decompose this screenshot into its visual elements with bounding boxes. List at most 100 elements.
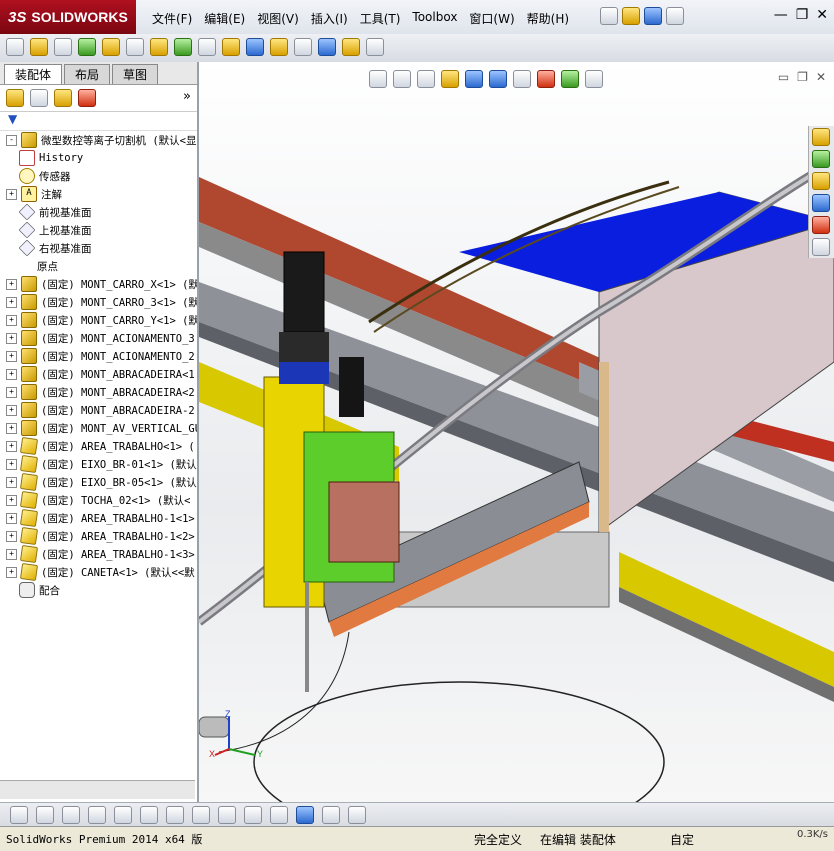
expand-toggle-icon[interactable]: + xyxy=(6,188,17,200)
section-view-icon[interactable] xyxy=(441,70,459,88)
insert-component-icon[interactable] xyxy=(6,38,24,56)
menu-item-6[interactable]: 窗口(W) xyxy=(463,8,520,29)
new-document-icon[interactable] xyxy=(600,7,618,25)
tree-item[interactable]: + (固定) MONT_ABRACADEIRA-2 xyxy=(0,401,197,419)
tree-item[interactable]: + (固定) CANETA<1> (默认<<默 xyxy=(0,563,197,581)
expand-toggle-icon[interactable]: + xyxy=(6,368,17,380)
property-manager-icon[interactable] xyxy=(30,89,48,107)
minimize-icon[interactable]: — xyxy=(774,7,788,23)
chevron-right-icon[interactable]: » xyxy=(183,89,191,104)
view-palette-icon[interactable] xyxy=(812,194,830,212)
tree-item[interactable]: + (固定) MONT_AV_VERTICAL_GU xyxy=(0,419,197,437)
expand-toggle-icon[interactable]: + xyxy=(6,566,17,578)
tree-item[interactable]: - 微型数控等离子切割机 (默认<显 xyxy=(0,131,197,149)
expand-toggle-icon[interactable]: + xyxy=(6,458,17,470)
move-component-icon[interactable] xyxy=(150,38,168,56)
status-custom[interactable]: 自定 xyxy=(670,831,694,848)
home-icon[interactable] xyxy=(812,128,830,146)
polygon-icon[interactable] xyxy=(62,806,80,824)
restore-icon[interactable]: ❐ xyxy=(796,7,809,23)
tree-item[interactable]: + (固定) MONT_ABRACADEIRA<1 xyxy=(0,365,197,383)
mate-icon[interactable] xyxy=(78,38,96,56)
horizontal-scrollbar[interactable] xyxy=(0,780,195,799)
tree-item[interactable]: + (固定) AREA_TRABALHO<1> ( xyxy=(0,437,197,455)
instant3d-icon[interactable] xyxy=(318,38,336,56)
apply-scene-icon[interactable] xyxy=(561,70,579,88)
expand-toggle-icon[interactable]: + xyxy=(6,350,17,362)
viewport-restore-icon[interactable]: ❐ xyxy=(797,70,808,84)
expand-toggle-icon[interactable]: + xyxy=(6,494,17,506)
tree-item[interactable]: + (固定) AREA_TRABALHO-1<1> xyxy=(0,509,197,527)
tree-item[interactable]: + (固定) MONT_CARRO_X<1> (默 xyxy=(0,275,197,293)
filter-bar[interactable]: ▼ xyxy=(0,112,197,131)
zoom-to-area-icon[interactable] xyxy=(393,70,411,88)
pin-icon[interactable] xyxy=(54,38,72,56)
menu-item-3[interactable]: 插入(I) xyxy=(305,8,354,29)
expand-toggle-icon[interactable]: + xyxy=(6,332,17,344)
hide-show-icon[interactable] xyxy=(174,38,192,56)
menu-item-5[interactable]: Toolbox xyxy=(406,8,463,29)
grid-icon[interactable] xyxy=(244,806,262,824)
angle-icon[interactable] xyxy=(270,806,288,824)
edit-appearance-icon[interactable] xyxy=(537,70,555,88)
design-library-icon[interactable] xyxy=(812,150,830,168)
expand-toggle-icon[interactable]: - xyxy=(6,134,17,146)
filter-icon[interactable]: ▼ xyxy=(8,112,17,126)
tree-item[interactable]: 右视基准面 xyxy=(0,239,197,257)
menu-item-4[interactable]: 工具(T) xyxy=(354,8,407,29)
new-motion-study-icon[interactable] xyxy=(246,38,264,56)
expand-toggle-icon[interactable]: + xyxy=(6,476,17,488)
options-icon[interactable] xyxy=(366,38,384,56)
expand-toggle-icon[interactable]: + xyxy=(6,278,17,290)
tab-assembly[interactable]: 装配体 xyxy=(4,64,63,84)
tab-layout[interactable]: 布局 xyxy=(64,64,111,84)
new-part-icon[interactable] xyxy=(30,38,48,56)
trim-icon[interactable] xyxy=(88,806,106,824)
expand-toggle-icon[interactable]: + xyxy=(6,404,17,416)
fillet-icon[interactable] xyxy=(140,806,158,824)
expand-toggle-icon[interactable]: + xyxy=(6,548,17,560)
display-manager-icon[interactable] xyxy=(78,89,96,107)
menu-item-2[interactable]: 视图(V) xyxy=(251,8,305,29)
help-icon[interactable] xyxy=(666,7,684,25)
configuration-manager-icon[interactable] xyxy=(54,89,72,107)
tree-item[interactable]: + (固定) MONT_CARRO_3<1> (默 xyxy=(0,293,197,311)
tree-item[interactable]: 上视基准面 xyxy=(0,221,197,239)
tree-item[interactable]: 原点 xyxy=(0,257,197,275)
file-explorer-icon[interactable] xyxy=(812,172,830,190)
open-folder-icon[interactable] xyxy=(622,7,640,25)
expand-toggle-icon[interactable]: + xyxy=(6,296,17,308)
exploded-view-icon[interactable] xyxy=(294,38,312,56)
graphics-viewport[interactable]: ▭ ❐ ✕ Z Y X xyxy=(199,62,834,802)
viewport-close-icon[interactable]: ✕ xyxy=(816,70,826,84)
split-view-icon[interactable] xyxy=(348,806,366,824)
expand-toggle-icon[interactable]: + xyxy=(6,512,17,524)
custom-properties-icon[interactable] xyxy=(812,238,830,256)
save-icon[interactable] xyxy=(644,7,662,25)
tab-sketch[interactable]: 草图 xyxy=(112,64,159,84)
tree-item[interactable]: + A 注解 xyxy=(0,185,197,203)
menu-item-0[interactable]: 文件(F) xyxy=(146,8,198,29)
feature-manager-icon[interactable] xyxy=(6,89,24,107)
tree-item[interactable]: + (固定) EIXO_BR-05<1> (默认 xyxy=(0,473,197,491)
tree-item[interactable]: + (固定) AREA_TRABALHO-1<2> xyxy=(0,527,197,545)
previous-view-icon[interactable] xyxy=(417,70,435,88)
tree-item[interactable]: 传感器 xyxy=(0,167,197,185)
tree-item[interactable]: + (固定) AREA_TRABALHO-1<3> xyxy=(0,545,197,563)
tree-item[interactable]: + (固定) MONT_ABRACADEIRA<2 xyxy=(0,383,197,401)
expand-toggle-icon[interactable]: + xyxy=(6,440,17,452)
expand-toggle-icon[interactable]: + xyxy=(6,386,17,398)
reference-geometry-icon[interactable] xyxy=(222,38,240,56)
expand-toggle-icon[interactable]: + xyxy=(6,530,17,542)
smart-fasteners-icon[interactable] xyxy=(126,38,144,56)
appearances-icon[interactable] xyxy=(812,216,830,234)
tree-item[interactable]: + (固定) MONT_ACIONAMENTO_2 xyxy=(0,347,197,365)
tree-item[interactable]: 配合 xyxy=(0,581,197,599)
display-style-icon[interactable] xyxy=(489,70,507,88)
view-settings-icon[interactable] xyxy=(585,70,603,88)
hide-show-items-icon[interactable] xyxy=(513,70,531,88)
point-icon[interactable] xyxy=(10,806,28,824)
component-pattern-icon[interactable] xyxy=(102,38,120,56)
menu-item-7[interactable]: 帮助(H) xyxy=(521,8,575,29)
expand-toggle-icon[interactable]: + xyxy=(6,422,17,434)
